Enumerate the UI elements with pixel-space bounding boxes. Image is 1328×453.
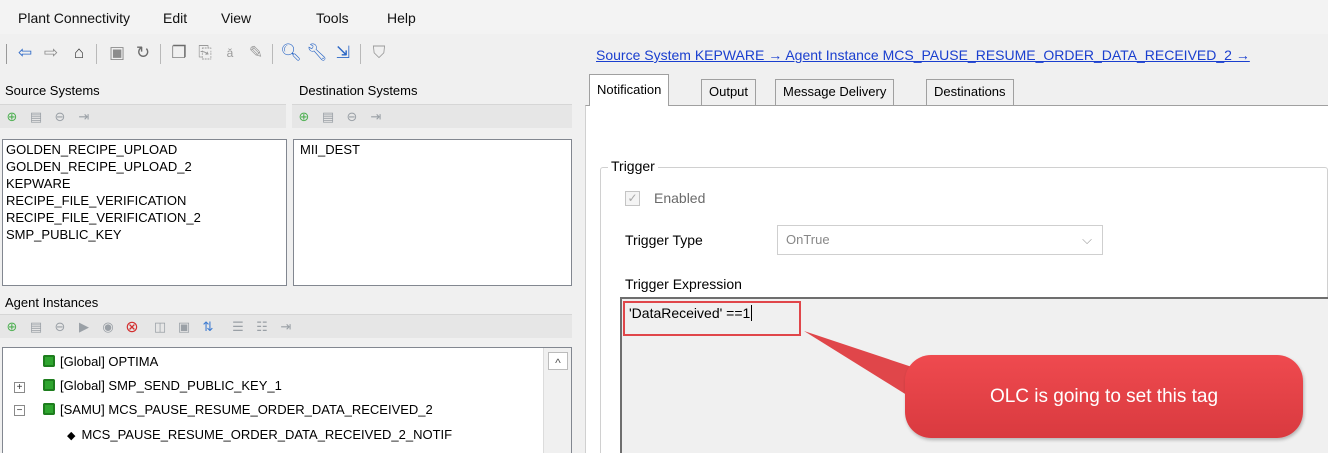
- shield-icon[interactable]: ⛉: [368, 42, 390, 64]
- enabled-label: Enabled: [654, 190, 706, 206]
- trigger-expression-label: Trigger Expression: [625, 276, 742, 292]
- source-systems-toolbar: ⊕ ▤ ⊖ ⇥: [0, 104, 286, 128]
- annotation-callout: OLC is going to set this tag: [905, 355, 1303, 438]
- destination-systems-toolbar: ⊕ ▤ ⊖ ⇥: [292, 104, 572, 128]
- menu-view[interactable]: View: [221, 10, 251, 26]
- forward-arrow-icon[interactable]: ⇨: [40, 42, 62, 64]
- sort-icon[interactable]: ⇅: [199, 318, 217, 336]
- home-icon[interactable]: ⌂: [68, 42, 90, 64]
- menu-help[interactable]: Help: [387, 10, 416, 26]
- agent-instances-tree: [Global] OPTIMA + [Global] SMP_SEND_PUBL…: [2, 347, 572, 453]
- trigger-type-select[interactable]: OnTrue ⌵: [777, 225, 1103, 255]
- menu-bar: Plant Connectivity Edit View Tools Help: [0, 0, 1328, 34]
- scroll-up-icon[interactable]: ^: [548, 352, 568, 370]
- agent-instances-title: Agent Instances: [5, 295, 99, 310]
- start-icon[interactable]: ▶: [75, 318, 93, 336]
- group-icon[interactable]: ☰: [229, 318, 247, 336]
- source-systems-list: GOLDEN_RECIPE_UPLOAD GOLDEN_RECIPE_UPLOA…: [2, 139, 287, 286]
- tree-item[interactable]: [SAMU] MCS_PAUSE_RESUME_ORDER_DATA_RECEI…: [43, 398, 433, 422]
- tab-notification[interactable]: Notification: [589, 74, 670, 106]
- move-icon[interactable]: ⇥: [277, 318, 295, 336]
- list-item[interactable]: MII_DEST: [294, 140, 571, 159]
- tree-scrollbar[interactable]: ^: [543, 348, 571, 453]
- enabled-checkbox[interactable]: ✓: [625, 191, 640, 206]
- destination-systems-list: MII_DEST: [293, 139, 572, 286]
- menu-edit[interactable]: Edit: [163, 10, 187, 26]
- panel-splitter[interactable]: [577, 34, 585, 453]
- pause-icon[interactable]: ▣: [175, 318, 193, 336]
- add-icon[interactable]: ⊕: [3, 318, 21, 336]
- copy-icon[interactable]: ❐: [168, 42, 190, 64]
- annotation-pointer: [804, 331, 918, 397]
- tree-item-selected[interactable]: ◆ MCS_PAUSE_RESUME_ORDER_DATA_RECEIVED_2_…: [67, 423, 453, 447]
- annotation-highlight-box: [623, 301, 801, 336]
- step-icon[interactable]: ◫: [151, 318, 169, 336]
- delete-icon[interactable]: ⊖: [51, 108, 69, 126]
- agent-gear-icon: [43, 403, 55, 415]
- tree-item[interactable]: [Global] SMP_SEND_PUBLIC_KEY_1: [43, 374, 282, 398]
- copy-icon[interactable]: ▤: [27, 108, 45, 126]
- copy-icon[interactable]: ▤: [27, 318, 45, 336]
- tab-output[interactable]: Output: [701, 79, 757, 105]
- menu-tools[interactable]: Tools: [316, 10, 349, 26]
- stop-icon[interactable]: ◉: [99, 318, 117, 336]
- chevron-down-icon: ⌵: [1082, 232, 1092, 247]
- trigger-group-label: Trigger: [608, 158, 658, 174]
- list-item[interactable]: SMP_PUBLIC_KEY: [3, 225, 286, 244]
- collapse-icon[interactable]: −: [14, 405, 25, 416]
- rename-icon[interactable]: ǎ: [219, 42, 241, 64]
- search-icon[interactable]: 🔍︎: [280, 42, 302, 64]
- export-icon[interactable]: ⇲: [332, 42, 354, 64]
- back-arrow-icon[interactable]: ⇦: [14, 42, 36, 64]
- trigger-type-label: Trigger Type: [625, 232, 703, 248]
- source-systems-title: Source Systems: [5, 83, 100, 98]
- edit-icon[interactable]: ✎: [245, 42, 267, 64]
- expand-icon[interactable]: +: [14, 382, 25, 393]
- tab-destinations[interactable]: Destinations: [926, 79, 1014, 105]
- add-icon[interactable]: ⊕: [295, 108, 313, 126]
- tab-message-delivery[interactable]: Message Delivery: [775, 79, 895, 105]
- agent-gear-icon: [43, 355, 55, 367]
- wrench-icon[interactable]: 🔧︎: [306, 42, 328, 64]
- paste-icon[interactable]: ⎘: [194, 42, 216, 64]
- main-toolbar: ⇦ ⇨ ⌂ ▣ ↻ ❐ ⎘ ǎ ✎ 🔍︎ 🔧︎ ⇲ ⛉: [0, 34, 585, 78]
- move-icon[interactable]: ⇥: [367, 108, 385, 126]
- agent-instances-toolbar: ⊕ ▤ ⊖ ▶ ◉ ⊗ ◫ ▣ ⇅ ☰ ☷ ⇥: [0, 314, 572, 338]
- move-icon[interactable]: ⇥: [75, 108, 93, 126]
- tree-item[interactable]: [Global] OPTIMA: [43, 350, 158, 374]
- destination-systems-title: Destination Systems: [299, 83, 418, 98]
- ungroup-icon[interactable]: ☷: [253, 318, 271, 336]
- breadcrumb[interactable]: Source System KEPWARE → Agent Instance M…: [596, 47, 1250, 63]
- add-icon[interactable]: ⊕: [3, 108, 21, 126]
- cancel-icon[interactable]: ⊗: [123, 318, 141, 336]
- refresh-icon[interactable]: ↻: [132, 42, 154, 64]
- delete-icon[interactable]: ⊖: [51, 318, 69, 336]
- menu-plant-connectivity[interactable]: Plant Connectivity: [18, 10, 130, 26]
- diamond-icon: ◆: [67, 430, 76, 442]
- agent-gear-icon: [43, 379, 55, 391]
- delete-icon[interactable]: ⊖: [343, 108, 361, 126]
- save-icon[interactable]: ▣: [106, 42, 128, 64]
- copy-icon[interactable]: ▤: [319, 108, 337, 126]
